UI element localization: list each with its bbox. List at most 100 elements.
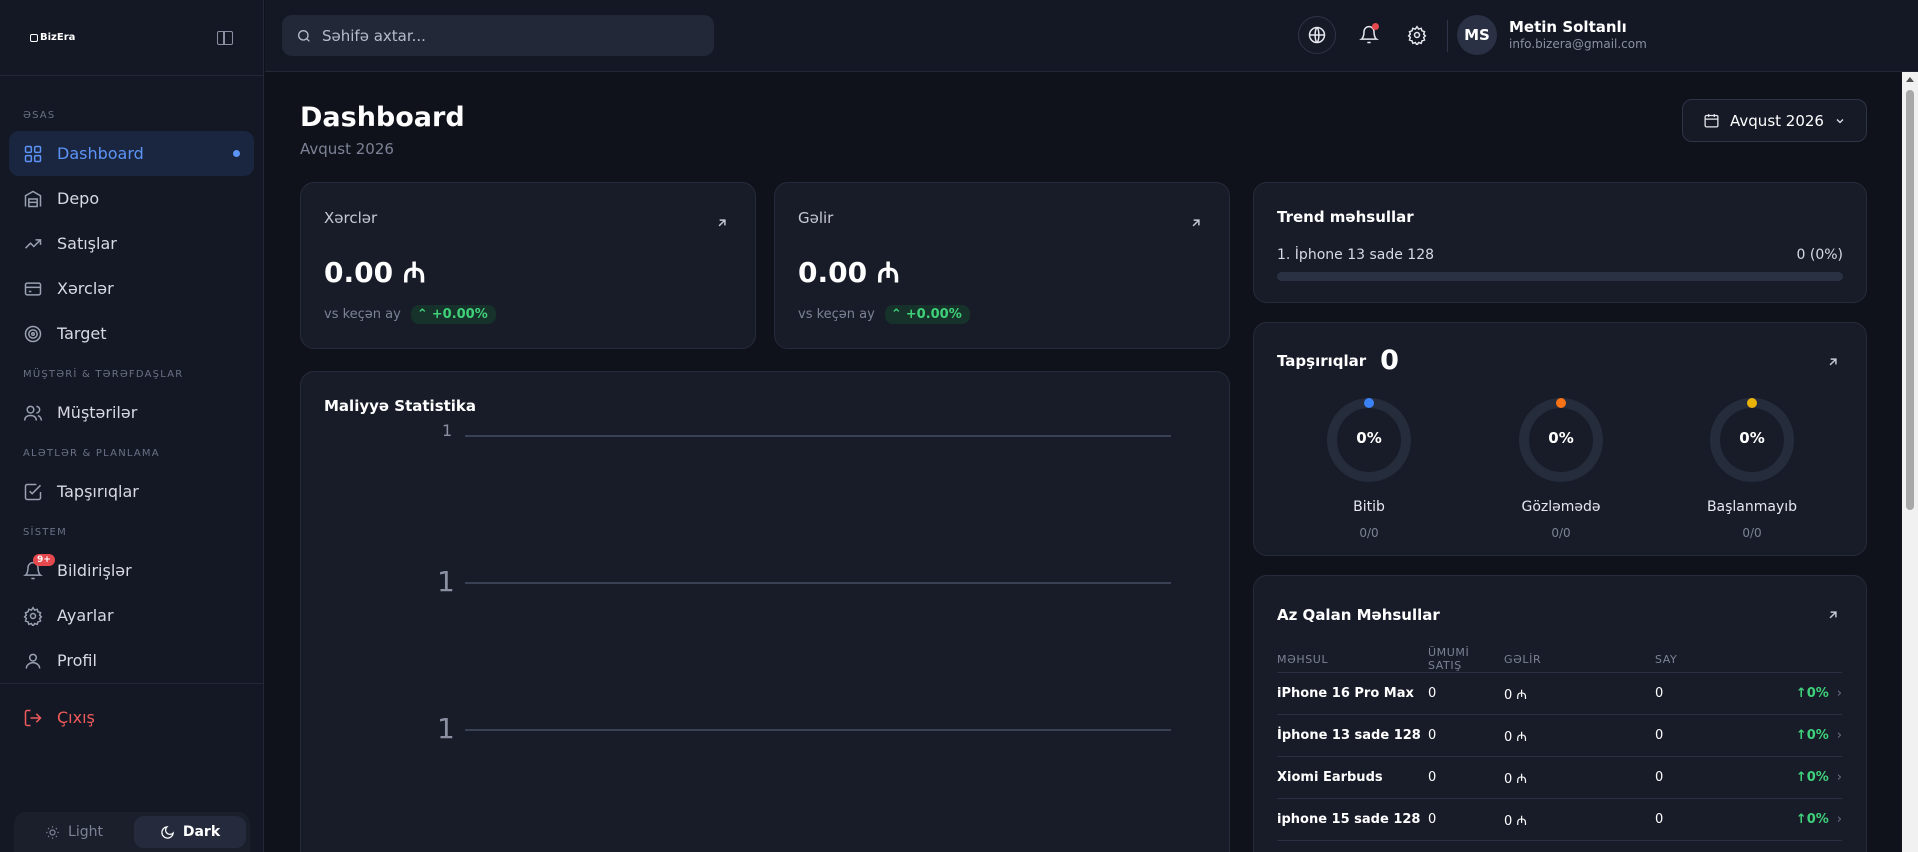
section-label-customers: MÜŞTƏRİ & TƏRƏFDAŞLAR <box>23 368 184 380</box>
change-value: ↑0% <box>1795 770 1829 785</box>
chevron-up-icon: ⌃ <box>416 307 428 322</box>
active-indicator <box>233 150 240 157</box>
avatar[interactable]: MS <box>1457 15 1497 55</box>
trend-card: Trend məhsullar 1. İphone 13 sade 128 0 … <box>1253 182 1867 303</box>
finance-chart-card: Maliyyə Statistika 1 1 1 <box>300 371 1230 852</box>
product-count: 0 <box>1655 714 1745 757</box>
revenue-card: Gəlir 0.00 ₼ vs keçən ay ⌃ +0.00% <box>774 182 1230 349</box>
ring-label: Bitib <box>1353 499 1385 515</box>
table-row[interactable]: iphone 15 sade 128 0 0 ₼ 0 ↑0% › <box>1277 798 1842 841</box>
theme-light-button[interactable]: Light <box>18 816 130 848</box>
sidebar-item-bildirisler[interactable]: 9+ Bildirişlər <box>9 548 254 593</box>
sidebar-item-label: Ayarlar <box>57 606 114 625</box>
calendar-icon <box>1704 114 1719 128</box>
ring-percent: 0% <box>1356 429 1382 447</box>
arrow-up-right-icon[interactable] <box>1826 608 1840 622</box>
language-button[interactable] <box>1298 16 1336 54</box>
ring-sub: 0/0 <box>1551 526 1571 540</box>
y-tick-label: 1 <box>442 421 453 440</box>
tasks-header: Tapşırıqlar 0 <box>1277 345 1399 376</box>
product-revenue: 0 ₼ <box>1504 672 1655 715</box>
arrow-up-right-icon[interactable] <box>1189 216 1203 230</box>
product-revenue: 0 ₼ <box>1504 798 1655 841</box>
logout-button[interactable]: Çıxış <box>9 695 254 740</box>
sidebar-item-label: Depo <box>57 189 100 208</box>
arrow-up-right-icon[interactable] <box>715 216 729 230</box>
sidebar-item-xercler[interactable]: Xərclər <box>9 266 254 311</box>
user-name: Metin Soltanlı <box>1509 18 1627 36</box>
ring-label: Başlanmayıb <box>1706 499 1798 515</box>
table-row[interactable]: Xiomi Earbuds 0 0 ₼ 0 ↑0% › <box>1277 756 1842 799</box>
sidebar-item-dashboard[interactable]: Dashboard <box>9 131 254 176</box>
header-divider <box>1447 20 1448 52</box>
change-badge: ⌃ +0.00% <box>410 305 496 324</box>
table-header-row: MƏHSUL ÜMUMİ SATIŞ GƏLİR SAY <box>1277 646 1842 673</box>
revenue-compare: vs keçən ay ⌃ +0.00% <box>798 305 970 324</box>
sun-icon <box>46 825 59 839</box>
sidebar-item-profil[interactable]: Profil <box>9 638 254 683</box>
user-icon <box>25 653 41 669</box>
change-value: ↑0% <box>1795 812 1829 827</box>
logo-icon <box>30 33 38 42</box>
ring-label: Gözləmədə <box>1521 499 1601 515</box>
expenses-compare: vs keçən ay ⌃ +0.00% <box>324 305 496 324</box>
chevron-right-icon: › <box>1836 686 1842 701</box>
gridline <box>465 435 1171 437</box>
trend-item-name: 1. İphone 13 sade 128 <box>1277 247 1435 263</box>
gear-icon <box>23 605 43 626</box>
table-row[interactable]: iPhone 16 Pro Max 0 0 ₼ 0 ↑0% › <box>1277 672 1842 715</box>
scroll-up-arrow-icon[interactable] <box>1906 77 1914 82</box>
globe-icon <box>1308 26 1326 44</box>
settings-button[interactable] <box>1398 16 1436 54</box>
sidebar-item-ayarlar[interactable]: Ayarlar <box>9 593 254 638</box>
expenses-label: Xərclər <box>324 209 378 227</box>
task-ring-not-started: 0% Başlanmayıb 0/0 <box>1692 395 1812 540</box>
sidebar-item-tapsiriqlar[interactable]: Tapşırıqlar <box>9 469 254 514</box>
col-count: SAY <box>1655 646 1745 673</box>
compare-label: vs keçən ay <box>324 307 401 322</box>
sidebar-item-depo[interactable]: Depo <box>9 176 254 221</box>
revenue-value: 0.00 ₼ <box>798 256 900 289</box>
arrow-up-right-icon[interactable] <box>1826 355 1840 369</box>
logo[interactable]: BizEra <box>30 32 75 43</box>
product-sales: 0 <box>1428 756 1504 799</box>
col-revenue: GƏLİR <box>1504 646 1655 673</box>
y-tick-label: 1 <box>437 565 455 598</box>
target-icon <box>24 325 42 342</box>
tasks-card: Tapşırıqlar 0 0% Bitib 0/0 0% Gözləmədə … <box>1253 322 1867 556</box>
sidebar-item-target[interactable]: Target <box>9 311 254 356</box>
gridline <box>465 729 1171 731</box>
change-value: ↑0% <box>1795 686 1829 701</box>
warehouse-icon <box>24 190 42 207</box>
sidebar-item-musteriler[interactable]: Müştərilər <box>9 390 254 435</box>
change-value: +0.00% <box>905 307 962 322</box>
product-sales: 0 <box>1428 798 1504 841</box>
product-change: ↑0% › <box>1745 714 1842 757</box>
notifications-button[interactable] <box>1350 16 1388 54</box>
table-row[interactable]: İphone 13 sade 128 0 0 ₼ 0 ↑0% › <box>1277 714 1842 757</box>
checkbox-icon <box>24 483 42 500</box>
scroll-thumb[interactable] <box>1906 90 1914 510</box>
notification-dot <box>1372 23 1379 30</box>
gear-icon <box>1407 25 1427 45</box>
col-change <box>1745 646 1842 673</box>
card-icon <box>24 281 42 296</box>
expenses-value: 0.00 ₼ <box>324 256 426 289</box>
trend-item[interactable]: 1. İphone 13 sade 128 0 (0%) <box>1277 247 1843 263</box>
search-box[interactable] <box>282 15 714 56</box>
page-scrollbar[interactable] <box>1902 72 1918 852</box>
theme-dark-button[interactable]: Dark <box>134 816 246 848</box>
low-stock-title: Az Qalan Məhsullar <box>1277 606 1440 624</box>
date-picker-label: Avqust 2026 <box>1730 111 1824 130</box>
search-input[interactable] <box>322 26 682 45</box>
ring-percent: 0% <box>1548 429 1574 447</box>
change-badge: ⌃ +0.00% <box>884 305 970 324</box>
divider <box>0 683 263 684</box>
sidebar-item-label: Bildirişlər <box>57 561 132 580</box>
sidebar-collapse-icon[interactable] <box>217 30 233 45</box>
sidebar-item-satislar[interactable]: Satışlar <box>9 221 254 266</box>
user-email: info.bizera@gmail.com <box>1509 37 1647 51</box>
low-stock-table: MƏHSUL ÜMUMİ SATIŞ GƏLİR SAY iPhone 16 P… <box>1277 646 1842 841</box>
date-picker-button[interactable]: Avqust 2026 <box>1682 99 1867 142</box>
theme-dark-label: Dark <box>182 824 221 840</box>
